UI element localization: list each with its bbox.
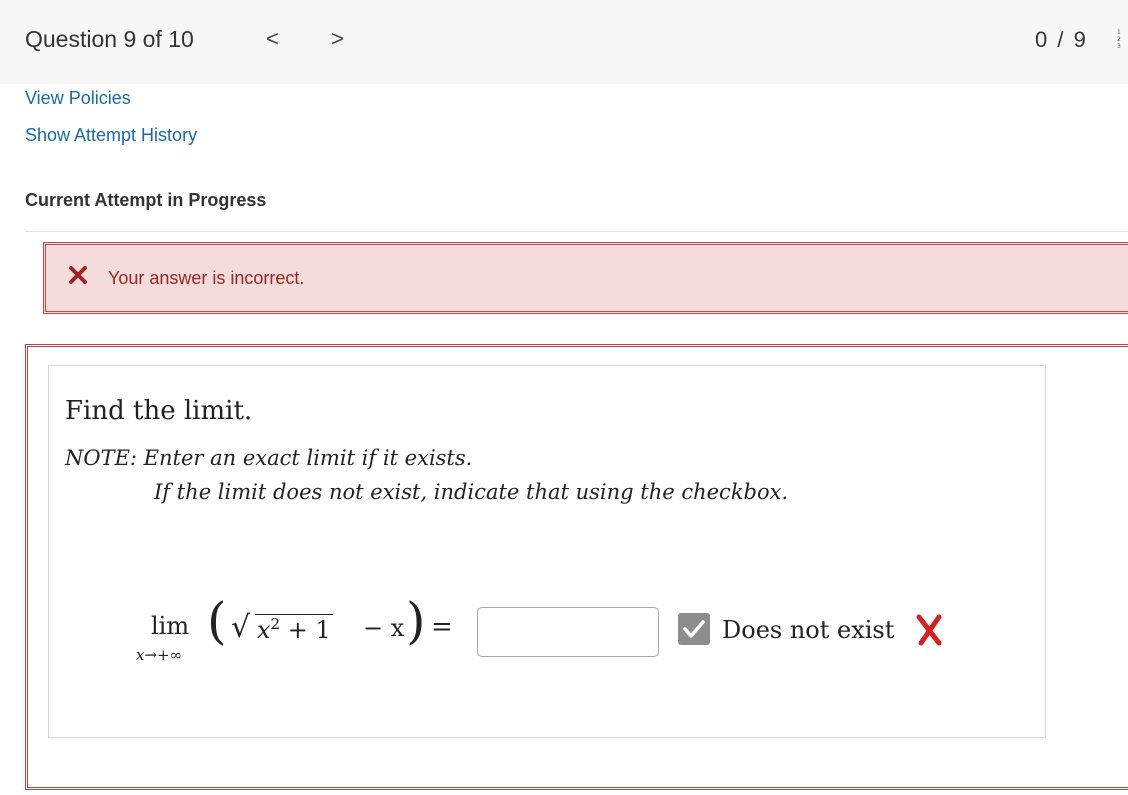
question-counter: Question 9 of 10 (25, 26, 194, 52)
close-paren: ) (406, 592, 426, 650)
question-header: Question 9 of 10 < > 0 / 9 1 2 3 (0, 0, 1128, 84)
feedback-message: Your answer is incorrect. (108, 268, 305, 288)
checkmark-icon (683, 620, 705, 638)
x-icon (69, 266, 87, 284)
radicand-variable: x (257, 616, 271, 644)
sqrt-sign: √ (231, 610, 251, 645)
section-heading: Current Attempt in Progress (25, 190, 267, 210)
show-attempt-history-link[interactable]: Show Attempt History (25, 125, 197, 146)
radicand-exponent: 2 (270, 615, 281, 633)
svg-text:3: 3 (1117, 43, 1121, 50)
view-policies-link[interactable]: View Policies (25, 88, 131, 109)
numbered-list-icon[interactable]: 1 2 3 (1117, 28, 1128, 50)
svg-text:1: 1 (1117, 29, 1121, 36)
question-panel: Find the limit. NOTE: Enter an exact lim… (48, 365, 1046, 738)
lim-subscript: x→+∞ (136, 646, 183, 664)
wrong-x-icon (916, 614, 942, 646)
radicand-constant: + 1 (280, 616, 331, 644)
does-not-exist-checkbox[interactable] (678, 613, 710, 645)
answer-input[interactable] (477, 607, 659, 657)
question-prompt: Find the limit. (65, 396, 253, 426)
does-not-exist-label[interactable]: Does not exist (722, 616, 894, 644)
svg-text:2: 2 (1117, 36, 1121, 43)
open-paren: ( (207, 592, 227, 650)
lim-operator: lim (151, 612, 190, 640)
feedback-banner: Your answer is incorrect. (43, 242, 1128, 314)
previous-question-button[interactable]: < (266, 26, 279, 52)
next-question-button[interactable]: > (331, 26, 344, 52)
note-line-2: If the limit does not exist, indicate th… (154, 480, 789, 504)
minus-x-term: − x (363, 614, 405, 642)
section-divider (25, 231, 1128, 232)
equals-sign: = (431, 612, 453, 642)
radicand: x2 + 1 (255, 614, 333, 644)
note-line-1: NOTE: Enter an exact limit if it exists. (65, 446, 473, 470)
score-display: 0 / 9 (1035, 27, 1088, 52)
